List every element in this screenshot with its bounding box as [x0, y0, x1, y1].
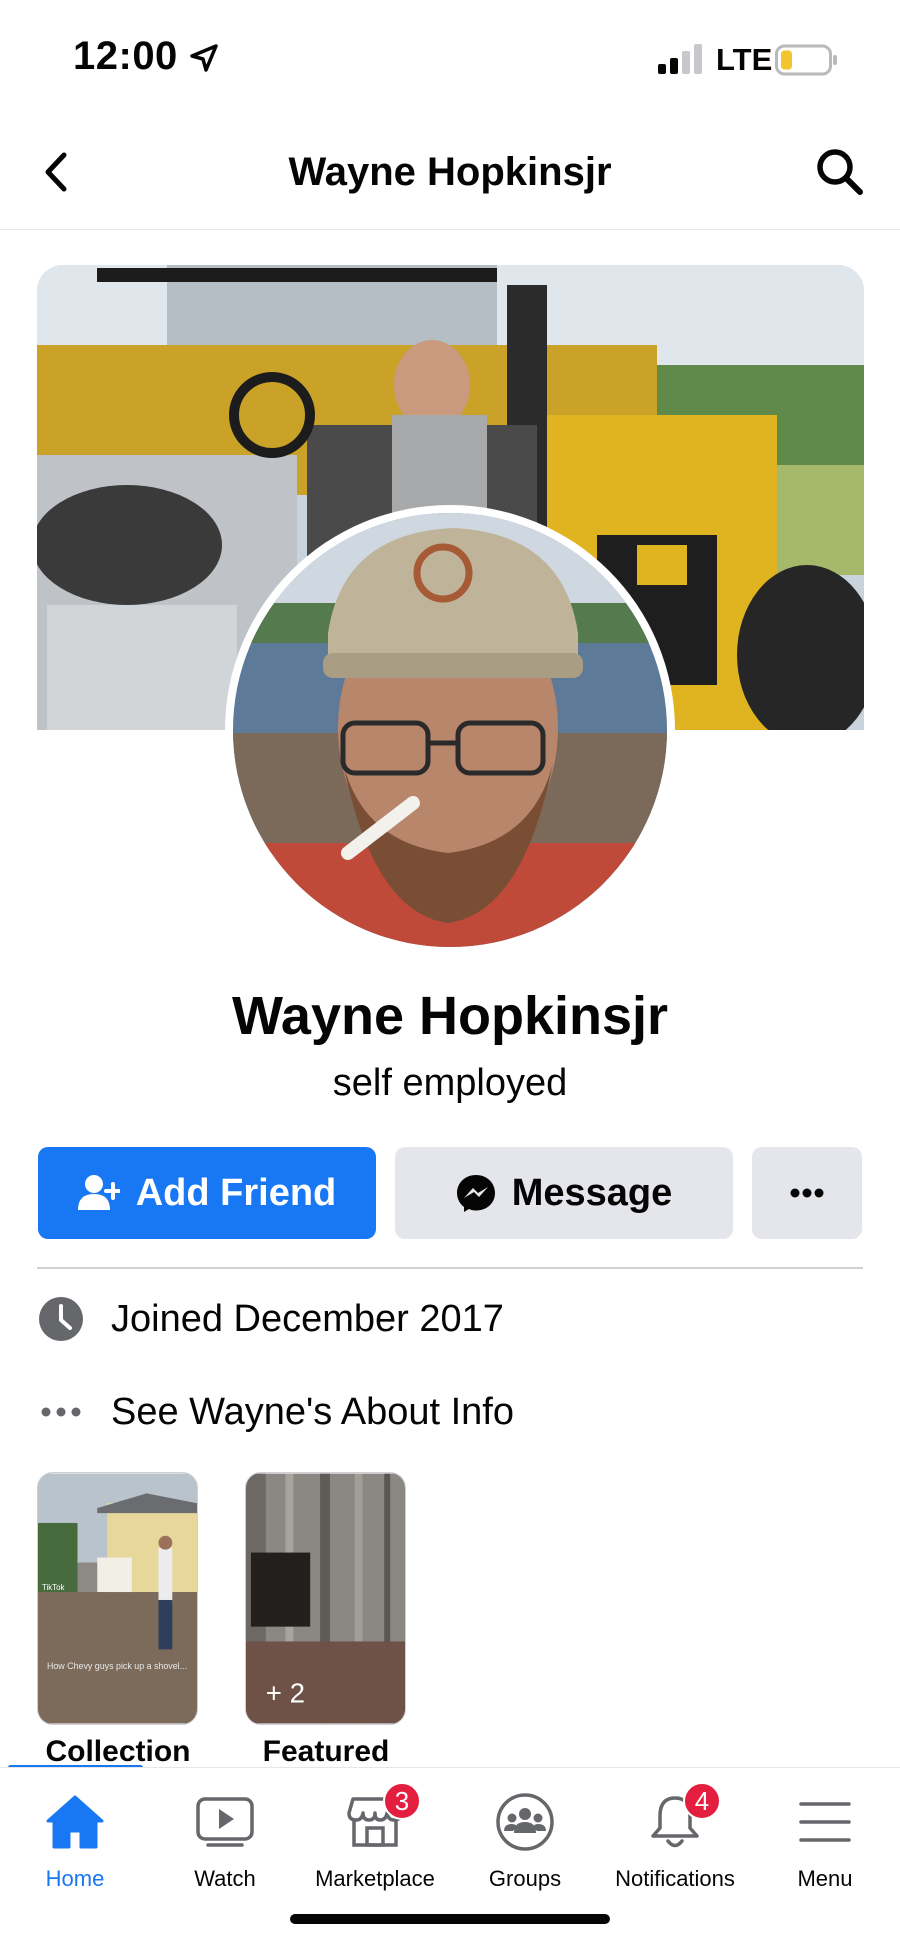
profile-subtitle: self employed [332, 1062, 568, 1104]
tab-marketplace[interactable]: 3 Marketplace [300, 1782, 450, 1910]
status-bar: 12:00 LTE [0, 0, 900, 120]
tab-label-menu: Menu [797, 1866, 853, 1891]
tab-label-watch: Watch [194, 1866, 256, 1891]
add-friend-button[interactable]: Add Friend [38, 1147, 376, 1239]
home-indicator [290, 1914, 610, 1924]
top-nav: Wayne Hopkinsjr [0, 120, 900, 230]
location-arrow-icon [190, 44, 218, 72]
network-type: LTE [716, 42, 773, 77]
highlight-label-featured: Featured [262, 1735, 390, 1768]
tab-label-notifications: Notifications [615, 1866, 735, 1891]
groups-icon [493, 1790, 557, 1854]
notifications-badge: 4 [683, 1782, 721, 1820]
tab-label-marketplace: Marketplace [315, 1866, 435, 1891]
page-title: Wayne Hopkinsjr [288, 150, 612, 194]
highlight-label-collection: Collection [45, 1735, 191, 1768]
marketplace-badge: 3 [383, 1782, 421, 1820]
more-dots-icon [37, 1388, 85, 1436]
home-icon [43, 1790, 107, 1854]
about-info-text: See Wayne's About Info [111, 1390, 514, 1433]
add-friend-icon [77, 1174, 120, 1212]
clock-icon [37, 1295, 85, 1343]
message-label: Message [511, 1171, 673, 1214]
tiktok-watermark: TikTok [42, 1583, 65, 1592]
tab-notifications[interactable]: 4 Notifications [600, 1782, 750, 1910]
collection-caption: How Chevy guys pick up a shovel... [47, 1661, 187, 1671]
highlight-featured[interactable]: + 2 [245, 1472, 406, 1725]
profile-name: Wayne Hopkinsjr [231, 986, 669, 1046]
message-button[interactable]: Message [395, 1147, 733, 1239]
joined-text: Joined December 2017 [111, 1297, 504, 1340]
tab-menu[interactable]: Menu [750, 1790, 900, 1910]
joined-info: Joined December 2017 [37, 1289, 863, 1349]
messenger-icon [456, 1173, 496, 1213]
tab-label-home: Home [45, 1866, 105, 1891]
menu-icon [793, 1790, 857, 1854]
tab-label-groups: Groups [488, 1866, 562, 1891]
bell-icon: 4 [643, 1782, 721, 1854]
add-friend-label: Add Friend [135, 1171, 337, 1214]
watch-icon [193, 1790, 257, 1854]
search-button[interactable] [810, 142, 870, 202]
profile-photo[interactable] [225, 505, 675, 955]
search-icon [817, 149, 863, 195]
tab-home[interactable]: Home [0, 1790, 150, 1910]
divider [37, 1267, 863, 1269]
status-time: 12:00 [73, 34, 178, 78]
about-info-link[interactable]: See Wayne's About Info [37, 1382, 863, 1442]
marketplace-icon: 3 [343, 1782, 421, 1854]
battery-icon [775, 44, 837, 76]
tab-groups[interactable]: Groups [450, 1790, 600, 1910]
highlight-collection[interactable]: TikTok How Chevy guys pick up a shovel..… [37, 1472, 198, 1725]
tab-watch[interactable]: Watch [150, 1790, 300, 1910]
signal-icon [658, 44, 702, 74]
more-dots-icon [790, 1188, 824, 1198]
more-options-button[interactable] [752, 1147, 862, 1239]
featured-extra-count: + 2 [266, 1678, 305, 1709]
